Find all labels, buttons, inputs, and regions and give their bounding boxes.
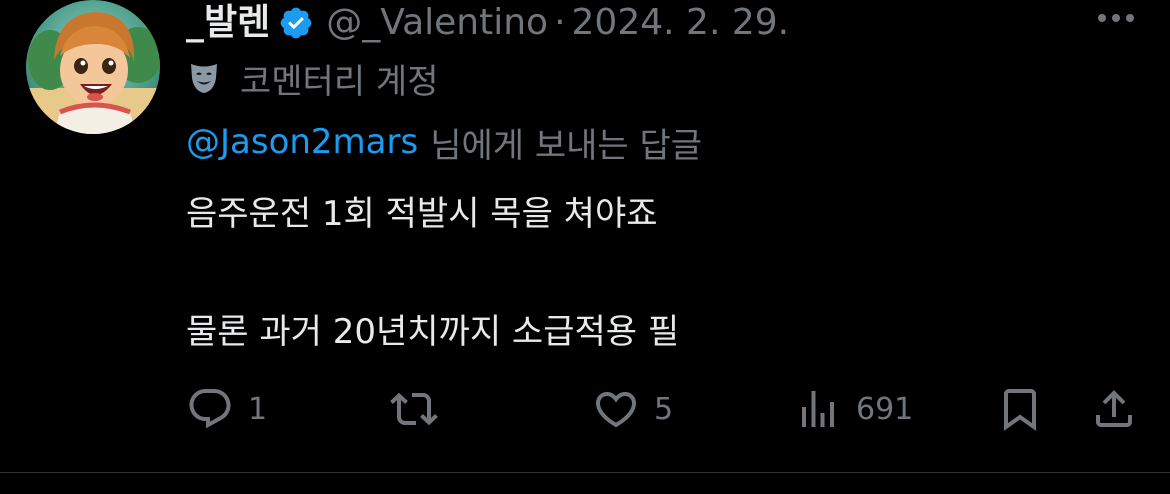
bookmark-icon [1004, 389, 1036, 431]
tweet-header: _발렌 @_Valentino · 2024. 2. 29. [186, 0, 789, 46]
account-label-row: 코멘터리 계정 [186, 56, 439, 102]
views-chart-icon [802, 391, 834, 427]
user-handle[interactable]: @_Valentino [326, 3, 548, 43]
reply-context: @Jason2mars 님에게 보내는 답글 [186, 118, 702, 166]
like-button[interactable]: 5 [592, 384, 673, 434]
share-icon [1096, 390, 1132, 427]
display-name[interactable]: _발렌 [186, 3, 270, 43]
share-button[interactable] [1090, 384, 1138, 434]
separator-dot: · [554, 2, 566, 43]
tweet-text-line: 물론 과거 20년치까지 소급적용 필 [186, 312, 680, 352]
heart-icon [595, 392, 637, 428]
reply-button[interactable]: 1 [186, 384, 267, 434]
action-bar: 1 5 691 [0, 384, 1170, 434]
avatar[interactable] [26, 0, 160, 134]
reply-count: 1 [248, 391, 268, 427]
reply-bubble-icon [189, 389, 231, 429]
tweet[interactable]: _발렌 @_Valentino · 2024. 2. 29. 코멘터리 계정 @… [0, 0, 1170, 472]
more-horizontal-icon[interactable] [1096, 10, 1136, 26]
like-count: 5 [654, 391, 674, 427]
account-label: 코멘터리 계정 [240, 61, 439, 102]
reply-context-text: 님에게 보내는 답글 [430, 125, 703, 166]
retweet-icon [390, 392, 438, 426]
tweet-text-line: 음주운전 1회 적발시 목을 쳐야죠 [186, 194, 658, 234]
reply-mention-link[interactable]: @Jason2mars [186, 122, 418, 162]
views-count: 691 [856, 391, 914, 427]
tweet-date[interactable]: 2024. 2. 29. [572, 3, 790, 43]
bookmark-button[interactable] [996, 384, 1044, 434]
divider [0, 472, 1170, 473]
views-button[interactable]: 691 [794, 384, 913, 434]
retweet-button[interactable] [388, 384, 454, 434]
theater-mask-icon [186, 60, 222, 96]
verified-badge-icon [278, 5, 314, 41]
